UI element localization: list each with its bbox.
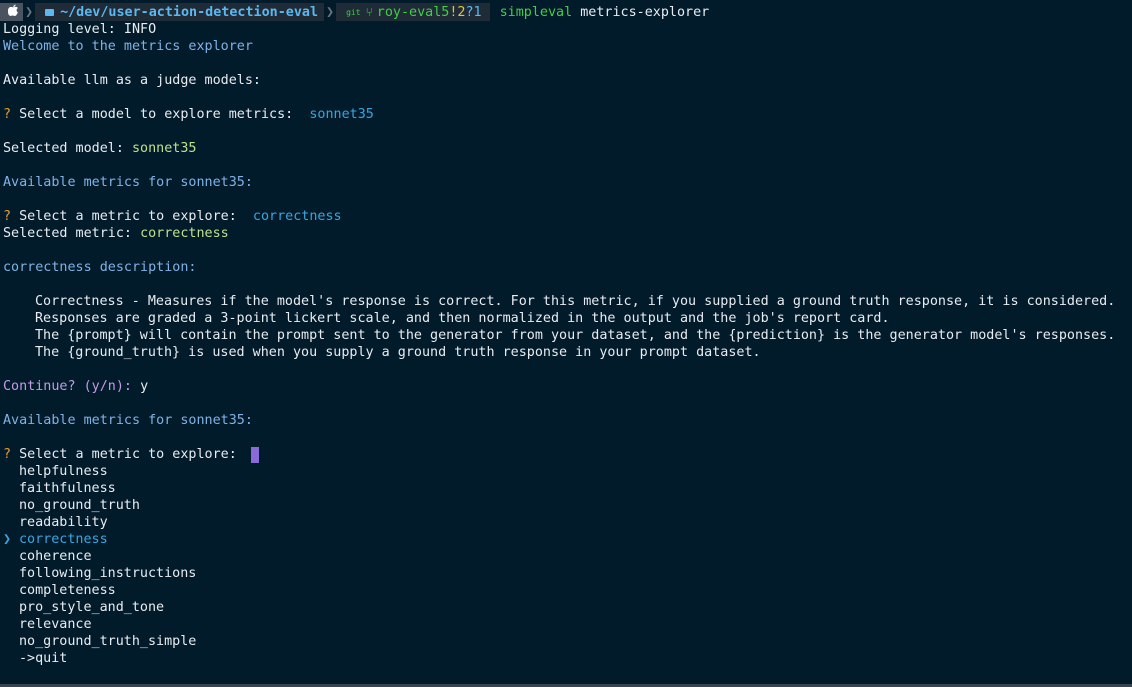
menu-option-no-ground-truth-simple[interactable]: no_ground_truth_simple: [19, 633, 196, 650]
select-model-question: Select a model to explore metrics:: [19, 107, 294, 122]
available-metrics-heading: Available metrics for sonnet35:: [3, 175, 253, 190]
menu-option-following-instructions[interactable]: following_instructions: [19, 565, 196, 582]
select-metric-prompt-active: ? Select a metric to explore:: [3, 446, 237, 463]
selected-metric-line: Selected metric: correctness: [3, 225, 229, 242]
menu-option-correctness[interactable]: correctness: [19, 531, 108, 548]
prompt-bar: ❯ ~/dev/user-action-detection-eval ❯ git…: [0, 3, 709, 21]
git-untracked-count: ?1: [465, 4, 482, 20]
description-line: The {ground_truth} is used when you supp…: [35, 345, 761, 360]
select-metric-answer: correctness: [252, 209, 342, 224]
menu-option-faithfulness[interactable]: faithfulness: [19, 480, 116, 497]
question-mark: ?: [3, 447, 12, 462]
segment-separator: ❯: [25, 4, 34, 20]
description-line: Responses are graded a 3-point lickert s…: [35, 311, 890, 326]
description-header: correctness description:: [3, 260, 197, 275]
selected-model-label: Selected model:: [3, 141, 124, 156]
description-line: The {prompt} will contain the prompt sen…: [35, 328, 1116, 343]
question-mark: ?: [3, 209, 12, 224]
select-model-answer: sonnet35: [309, 107, 374, 122]
menu-option-pro-style-and-tone[interactable]: pro_style_and_tone: [19, 599, 164, 616]
git-branch: roy-eval5: [376, 4, 450, 20]
logging-line: Logging level: INFO: [3, 22, 157, 37]
command-args: metrics-explorer: [580, 4, 710, 20]
text-cursor[interactable]: [251, 447, 259, 463]
continue-prompt: Continue? (y/n): y: [3, 378, 148, 395]
select-metric-prompt: ? Select a metric to explore: correctnes…: [3, 208, 342, 225]
apple-segment: [0, 3, 23, 21]
question-mark: ?: [3, 107, 12, 122]
menu-option-no-ground-truth[interactable]: no_ground_truth: [19, 497, 140, 514]
git-modified-count: !2: [449, 4, 466, 20]
selected-metric-value: correctness: [140, 226, 229, 241]
folder-icon: [45, 8, 55, 16]
welcome-line: Welcome to the metrics explorer: [3, 39, 253, 54]
segment-separator: ❯: [326, 4, 335, 20]
git-branch-icon: ⑂: [365, 5, 373, 19]
available-models-line: Available llm as a judge models:: [3, 73, 261, 88]
selection-pointer-icon: ❯: [3, 532, 12, 547]
selected-model-value: sonnet35: [132, 141, 197, 156]
menu-option-coherence[interactable]: coherence: [19, 548, 92, 565]
directory-segment: ~/dev/user-action-detection-eval: [35, 3, 325, 21]
available-metrics-heading: Available metrics for sonnet35:: [3, 413, 253, 428]
command-name: simpleval: [499, 4, 573, 20]
menu-option-relevance[interactable]: relevance: [19, 616, 92, 633]
selected-metric-label: Selected metric:: [3, 226, 132, 241]
select-metric-question: Select a metric to explore:: [19, 209, 237, 224]
terminal-window[interactable]: ❯ ~/dev/user-action-detection-eval ❯ git…: [0, 0, 1132, 687]
continue-answer: y: [140, 379, 149, 394]
selected-model-line: Selected model: sonnet35: [3, 140, 197, 157]
menu-option-helpfulness[interactable]: helpfulness: [19, 463, 108, 480]
menu-option-readability[interactable]: readability: [19, 514, 108, 531]
git-segment: git ⑂ roy-eval5 !2 ?1: [336, 3, 490, 21]
menu-option-quit[interactable]: ->quit: [19, 650, 67, 667]
continue-question: Continue? (y/n):: [3, 379, 132, 394]
menu-option-completeness[interactable]: completeness: [19, 582, 116, 599]
select-model-prompt: ? Select a model to explore metrics: son…: [3, 106, 374, 123]
description-line: Correctness - Measures if the model's re…: [35, 294, 1116, 309]
typed-command: simpleval metrics-explorer: [500, 5, 710, 20]
current-directory: ~/dev/user-action-detection-eval: [60, 4, 319, 20]
git-label: git: [346, 7, 361, 17]
select-metric-question: Select a metric to explore:: [19, 447, 237, 462]
apple-icon: [7, 4, 19, 20]
